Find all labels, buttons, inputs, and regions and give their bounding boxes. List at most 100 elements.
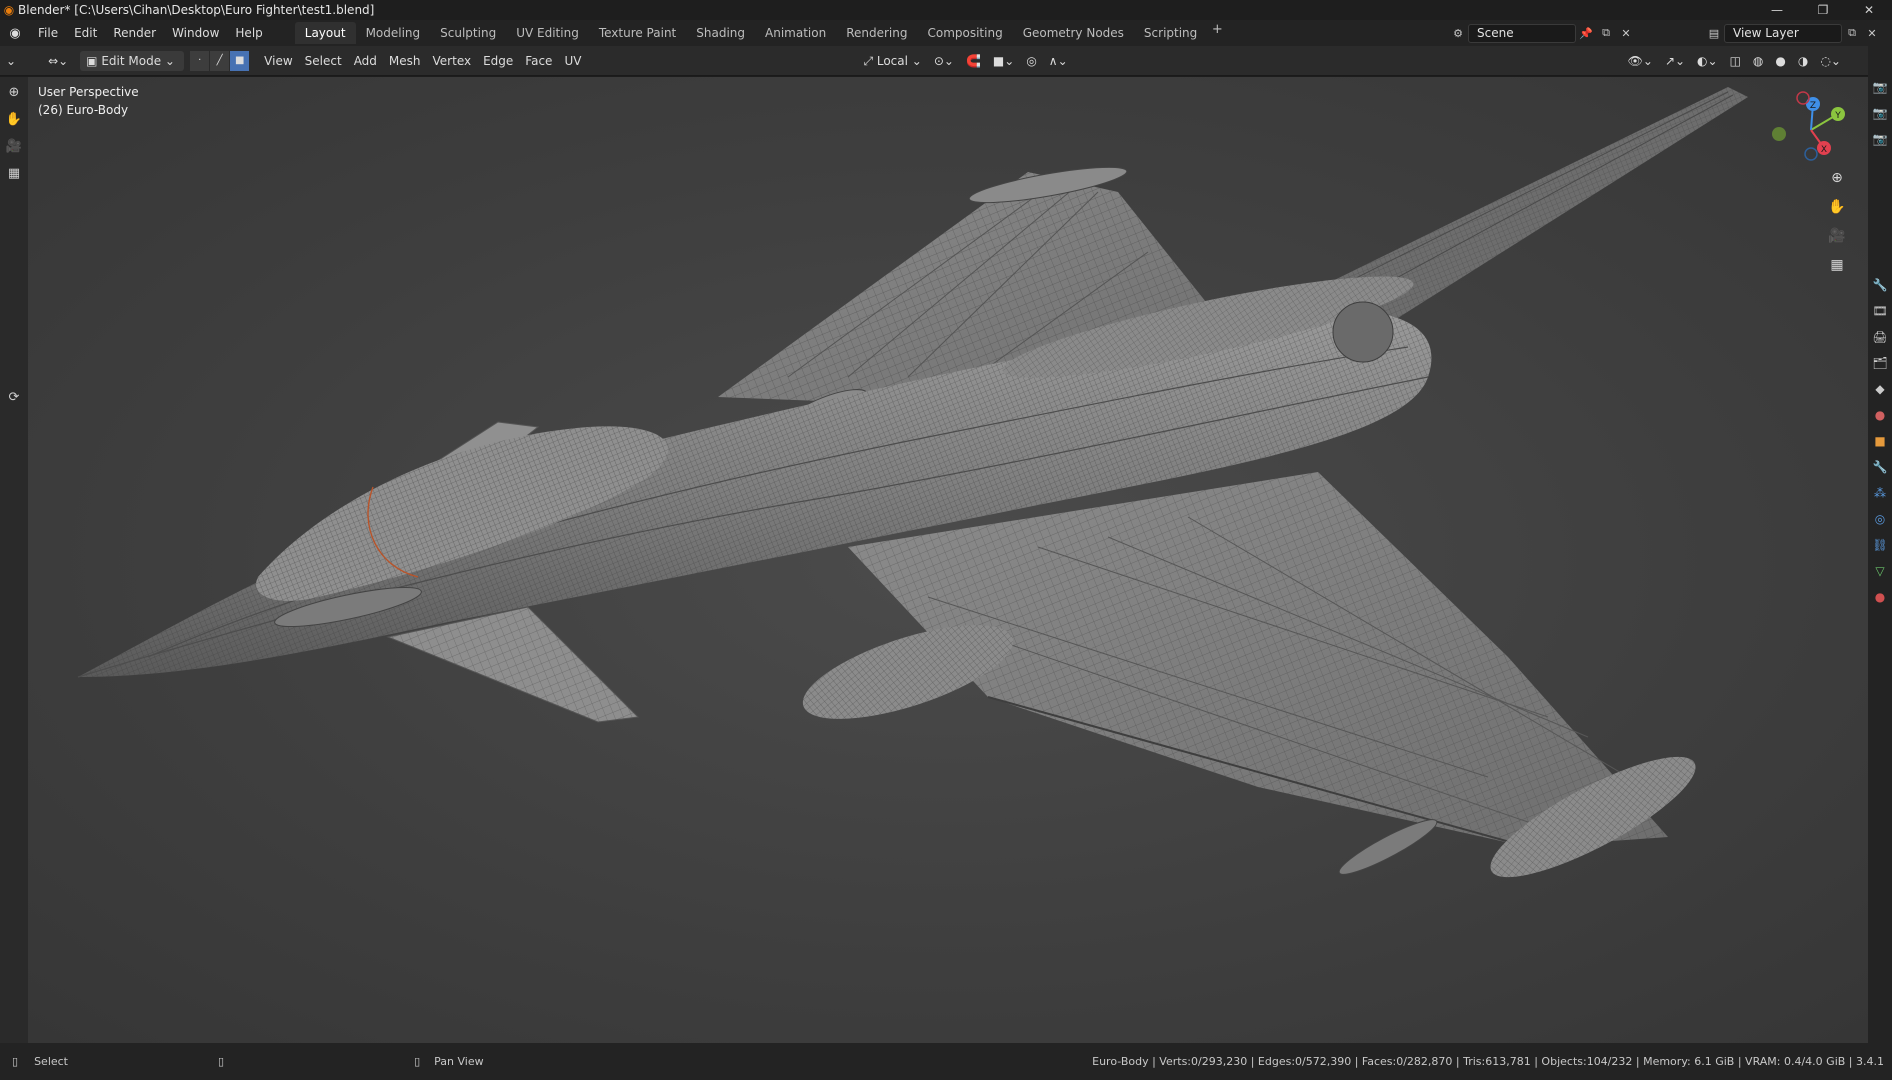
rotate-tool-icon[interactable]: ⟳ <box>2 385 26 409</box>
minimize-button[interactable]: — <box>1754 0 1800 20</box>
camera-icon-1[interactable]: 📷 <box>1868 74 1892 100</box>
status-bar: ▯ Select ▯ ▯ Pan View Euro-Body | Verts:… <box>0 1043 1892 1080</box>
editor-type-dropdown[interactable]: ⌄ <box>0 51 22 71</box>
axis-gizmo[interactable]: Y Z X <box>1766 90 1856 170</box>
pivot-point-icon[interactable]: ⊙⌄ <box>928 51 960 71</box>
menu-edit[interactable]: Edit <box>66 22 105 44</box>
delete-scene-icon[interactable]: ✕ <box>1616 24 1636 43</box>
gizmo-y-label: Y <box>1834 111 1841 121</box>
tab-modeling[interactable]: Modeling <box>356 22 431 44</box>
mouse-left-icon: ▯ <box>12 1055 19 1068</box>
grid-tool-icon[interactable]: ▦ <box>2 161 26 185</box>
menu-view[interactable]: View <box>258 51 298 71</box>
select-mode-group: · ╱ ■ <box>190 50 251 71</box>
overlay-toggle-icon[interactable]: ◐⌄ <box>1691 51 1724 71</box>
tab-layout[interactable]: Layout <box>294 22 356 44</box>
pan-view-icon[interactable]: ✋ <box>1824 194 1850 220</box>
left-toolbar: ⊕ ✋ 🎥 ▦ ⟳ <box>0 77 28 1043</box>
modifier-tab-icon[interactable]: 🔧 <box>1868 454 1892 480</box>
tab-geometry-nodes[interactable]: Geometry Nodes <box>1013 22 1134 44</box>
menu-edge[interactable]: Edge <box>477 51 519 71</box>
tab-sculpting[interactable]: Sculpting <box>430 22 506 44</box>
menu-mesh[interactable]: Mesh <box>383 51 427 71</box>
orientation-icon: ⤢ <box>863 53 877 68</box>
scene-icon[interactable]: ⚙ <box>1448 24 1468 43</box>
view-layer-icon[interactable]: ▤ <box>1704 24 1724 43</box>
maximize-button[interactable]: ❐ <box>1800 0 1846 20</box>
data-tab-icon[interactable]: ▽ <box>1868 558 1892 584</box>
proportional-edit-icon[interactable]: ◎ <box>1020 51 1042 71</box>
menu-face[interactable]: Face <box>519 51 558 71</box>
new-view-layer-icon[interactable]: ⧉ <box>1842 24 1862 43</box>
top-menu-bar: ◉ File Edit Render Window Help Layout Mo… <box>0 20 1892 46</box>
render-tab-icon[interactable]: 🎞 <box>1868 298 1892 324</box>
world-tab-icon[interactable]: ● <box>1868 402 1892 428</box>
view-layer-tab-icon[interactable]: 🗂 <box>1868 350 1892 376</box>
properties-tabs: 📷 📷 📷 🔧 🎞 🖨 🗂 ◆ ● ■ 🔧 ⁂ ◎ ⛓ ▽ ● <box>1868 46 1892 1043</box>
snap-target-icon[interactable]: ■⌄ <box>987 51 1020 71</box>
tab-rendering[interactable]: Rendering <box>836 22 917 44</box>
zoom-tool-icon[interactable]: ⊕ <box>2 80 26 104</box>
vertex-select-icon[interactable]: · <box>190 50 211 71</box>
mode-dropdown[interactable]: ▣ Edit Mode ⌄ <box>80 50 185 71</box>
menu-help[interactable]: Help <box>227 22 270 44</box>
hand-tool-icon[interactable]: ✋ <box>2 107 26 131</box>
window-controls: — ❐ ✕ <box>1754 0 1892 20</box>
tab-animation[interactable]: Animation <box>755 22 836 44</box>
camera-icon-3[interactable]: 📷 <box>1868 126 1892 152</box>
scene-tab-icon[interactable]: ◆ <box>1868 376 1892 402</box>
physics-tab-icon[interactable]: ◎ <box>1868 506 1892 532</box>
object-tab-icon[interactable]: ■ <box>1868 428 1892 454</box>
wireframe-shading-icon[interactable]: ◍ <box>1747 51 1769 71</box>
view-layer-name-field[interactable]: View Layer <box>1724 23 1842 43</box>
menu-add[interactable]: Add <box>348 51 383 71</box>
camera-view-icon[interactable]: 🎥 <box>1824 223 1850 249</box>
visibility-icon[interactable]: 👁⌄ <box>1622 51 1659 71</box>
camera-tool-icon[interactable]: 🎥 <box>2 134 26 158</box>
menu-select[interactable]: Select <box>299 51 348 71</box>
tool-settings-icon[interactable]: ⇔⌄ <box>42 51 74 71</box>
face-select-icon[interactable]: ■ <box>230 50 251 71</box>
gizmo-z-label: Z <box>1810 101 1816 111</box>
tab-texture-paint[interactable]: Texture Paint <box>589 22 686 44</box>
status-select-label: Select <box>34 1055 68 1068</box>
jet-model[interactable] <box>28 77 1868 1043</box>
output-tab-icon[interactable]: 🖨 <box>1868 324 1892 350</box>
menu-render[interactable]: Render <box>105 22 164 44</box>
menu-vertex[interactable]: Vertex <box>427 51 478 71</box>
blender-menu-icon[interactable]: ◉ <box>0 26 30 41</box>
menu-file[interactable]: File <box>30 22 66 44</box>
menu-window[interactable]: Window <box>164 22 227 44</box>
new-scene-icon[interactable]: ⧉ <box>1596 24 1616 43</box>
gizmo-toggle-icon[interactable]: ↗⌄ <box>1659 51 1691 71</box>
snap-toggle-icon[interactable]: 🧲 <box>960 51 987 71</box>
close-button[interactable]: ✕ <box>1846 0 1892 20</box>
tab-shading[interactable]: Shading <box>686 22 755 44</box>
mode-label: Edit Mode <box>101 53 162 68</box>
navigation-gizmo[interactable]: Y Z X <box>1766 90 1856 170</box>
tab-uv-editing[interactable]: UV Editing <box>506 22 589 44</box>
rendered-shading-icon[interactable]: ◌⌄ <box>1814 51 1847 71</box>
tab-scripting[interactable]: Scripting <box>1134 22 1207 44</box>
menu-uv[interactable]: UV <box>558 51 587 71</box>
3d-viewport[interactable]: User Perspective (26) Euro-Body <box>28 77 1868 1043</box>
zoom-view-icon[interactable]: ⊕ <box>1824 165 1850 191</box>
particles-tab-icon[interactable]: ⁂ <box>1868 480 1892 506</box>
camera-icon-2[interactable]: 📷 <box>1868 100 1892 126</box>
ortho-toggle-icon[interactable]: ▦ <box>1824 252 1850 278</box>
material-tab-icon[interactable]: ● <box>1868 584 1892 610</box>
constraints-tab-icon[interactable]: ⛓ <box>1868 532 1892 558</box>
tab-compositing[interactable]: Compositing <box>917 22 1012 44</box>
add-workspace-button[interactable]: + <box>1207 22 1227 44</box>
pin-icon[interactable]: 📌 <box>1576 24 1596 43</box>
material-shading-icon[interactable]: ◑ <box>1792 51 1814 71</box>
solid-shading-icon[interactable]: ● <box>1769 51 1791 71</box>
transform-orientation-dropdown[interactable]: ⤢ Local ⌄ <box>857 51 927 71</box>
edge-select-icon[interactable]: ╱ <box>210 50 231 71</box>
scene-name-field[interactable]: Scene <box>1468 23 1576 43</box>
xray-toggle-icon[interactable]: ◫ <box>1724 51 1747 71</box>
tool-tab-icon[interactable]: 🔧 <box>1868 272 1892 298</box>
edit-mode-icon: ▣ <box>86 53 102 68</box>
delete-view-layer-icon[interactable]: ✕ <box>1862 24 1882 43</box>
falloff-icon[interactable]: ∧⌄ <box>1043 51 1074 71</box>
